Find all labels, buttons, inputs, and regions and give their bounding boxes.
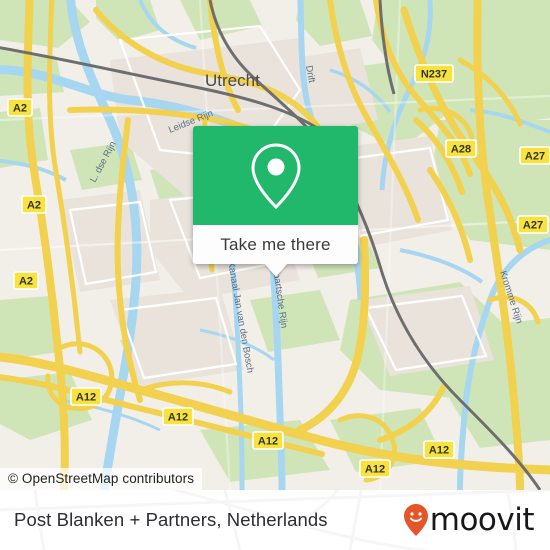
place-title: Post Blanken + Partners, Netherlands xyxy=(14,509,328,530)
road-shield-label: A27 xyxy=(523,220,543,232)
map-attribution[interactable]: © OpenStreetMap contributors xyxy=(0,468,203,490)
moovit-logo[interactable]: moovit xyxy=(403,501,535,538)
road-shield: A27 xyxy=(517,215,549,234)
road-shield: A27 xyxy=(519,146,550,165)
screenshot-root: Leidse Rijn L. dse Rijn Drift Vaartsche … xyxy=(0,0,550,550)
road-shield-label: A2 xyxy=(27,200,41,212)
place-callout-card[interactable]: Take me there xyxy=(193,126,358,277)
moovit-wordmark: moovit xyxy=(429,501,535,538)
road-shield-label: A12 xyxy=(365,464,385,476)
card-action-area[interactable]: Take me there xyxy=(193,225,358,277)
moovit-smiley-pin-icon xyxy=(403,504,428,536)
road-shield-label: A12 xyxy=(168,412,188,424)
road-shield-label: N237 xyxy=(421,69,447,81)
road-shield: A28 xyxy=(445,139,477,158)
road-shield: A12 xyxy=(359,459,391,478)
road-shield-label: A12 xyxy=(258,436,278,448)
road-shield-label: A2 xyxy=(19,276,33,288)
road-shield-label: A12 xyxy=(76,392,96,404)
road-shield: A2 xyxy=(21,195,47,214)
road-shield: N237 xyxy=(414,64,454,83)
road-shield: A12 xyxy=(70,387,102,406)
road-shield: A12 xyxy=(162,407,194,426)
location-pin-icon xyxy=(250,142,301,209)
road-shield: A2 xyxy=(7,98,33,117)
road-shield-label: A2 xyxy=(13,103,27,115)
callout-pointer xyxy=(264,264,287,277)
road-shield-label: A12 xyxy=(429,445,449,457)
road-shield-label: A27 xyxy=(525,151,545,163)
card-pin-area xyxy=(193,126,358,225)
map-city-label: Utrecht xyxy=(205,71,260,90)
road-shield-label: A28 xyxy=(451,144,471,156)
footer-content: Post Blanken + Partners, Netherlands moo… xyxy=(0,490,550,550)
footer-bar: Post Blanken + Partners, Netherlands moo… xyxy=(0,490,550,550)
road-shield: A12 xyxy=(423,440,455,459)
road-shield: A2 xyxy=(13,271,39,290)
road-shield: A12 xyxy=(252,431,284,450)
take-me-there-label: Take me there xyxy=(220,234,331,254)
